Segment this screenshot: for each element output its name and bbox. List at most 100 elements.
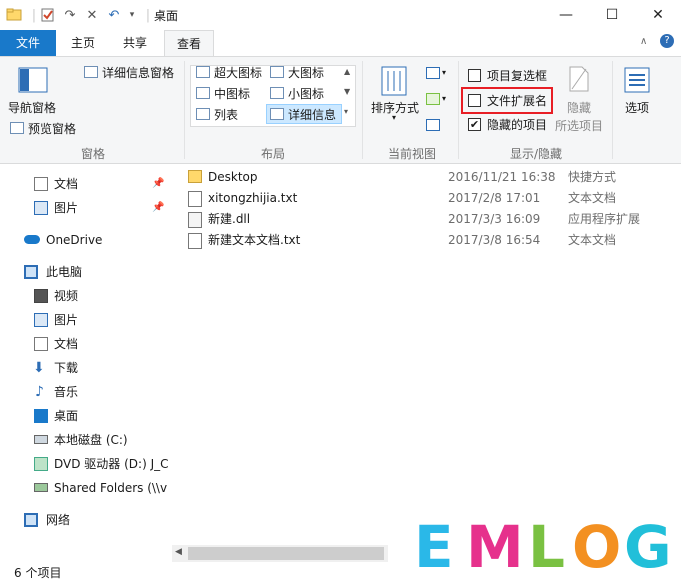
customize-quick-access-icon[interactable]: ▾ <box>124 7 140 23</box>
separator <box>612 61 613 159</box>
nav-item-documents[interactable]: 文档 <box>0 333 168 355</box>
video-icon <box>34 289 48 303</box>
nav-item-pictures-quick[interactable]: 图片 📌 <box>0 197 168 219</box>
gallery-expand-icon[interactable]: ▾ <box>344 107 348 116</box>
title-bar: | ↷ ✕ ↶ ▾ | 桌面 — ☐ ✕ <box>0 0 681 30</box>
nav-pane-icon[interactable] <box>18 67 48 96</box>
sort-by-icon <box>380 65 408 100</box>
nav-item-this-pc[interactable]: 此电脑 <box>0 261 168 283</box>
help-icon[interactable]: ? <box>660 34 674 48</box>
logo-letter-e: E <box>414 513 454 581</box>
options-icon <box>624 67 650 96</box>
tab-view[interactable]: 查看 <box>164 30 214 56</box>
list-icon <box>196 108 210 120</box>
ribbon: 导航窗格 预览窗格 详细信息窗格 窗格 超大图标 大图标 中图标 小图标 列表 … <box>0 56 681 164</box>
hide-selected-button-line2[interactable]: 所选项目 <box>555 117 603 134</box>
nav-item-pictures[interactable]: 图片 <box>0 309 168 331</box>
minimize-button[interactable]: — <box>543 0 589 30</box>
file-row[interactable]: 新建文本文档.txt 2017/3/8 16:54 文本文档 <box>172 230 652 251</box>
sort-by-dropdown-icon[interactable]: ▾ <box>392 113 396 122</box>
small-icons-icon <box>270 87 284 99</box>
nav-item-local-disk-c[interactable]: 本地磁盘 (C:) <box>0 429 168 451</box>
details-pane-icon <box>84 66 98 78</box>
horizontal-scrollbar[interactable]: ◀ <box>172 545 388 562</box>
scrollbar-thumb[interactable] <box>188 547 384 560</box>
large-icons-icon <box>270 66 284 78</box>
download-arrow-icon: ⬇ <box>33 360 45 376</box>
size-columns-icon[interactable] <box>426 119 440 131</box>
layout-small-icons[interactable]: 小图标 <box>288 85 324 102</box>
group-by-dropdown-icon[interactable]: ▾ <box>442 68 446 77</box>
layout-medium-icons[interactable]: 中图标 <box>214 85 250 102</box>
nav-item-documents-quick[interactable]: 文档 📌 <box>0 173 168 195</box>
scroll-left-icon[interactable]: ◀ <box>175 547 182 557</box>
pin-icon: 📌 <box>152 202 165 213</box>
logo-letter-o: O <box>572 513 622 581</box>
nav-item-onedrive[interactable]: OneDrive <box>0 229 168 251</box>
pin-icon: 📌 <box>152 178 165 189</box>
add-columns-icon[interactable] <box>426 93 440 105</box>
dll-file-icon <box>188 212 202 228</box>
emlog-logo: E M L O G <box>388 512 681 583</box>
layout-extra-large-icons[interactable]: 超大图标 <box>214 64 262 81</box>
network-drive-icon <box>34 483 48 492</box>
layout-details[interactable]: 详细信息 <box>288 106 336 123</box>
ribbon-tabs: 文件 主页 共享 查看 ∧ ? <box>0 30 681 56</box>
hidden-items-label: 隐藏的项目 <box>487 118 548 132</box>
text-file-icon <box>188 191 202 207</box>
hide-selected-button-line1[interactable]: 隐藏 <box>567 99 591 116</box>
nav-item-network[interactable]: 网络 <box>0 509 168 531</box>
drive-icon <box>34 435 48 444</box>
layout-large-icons[interactable]: 大图标 <box>288 64 324 81</box>
maximize-button[interactable]: ☐ <box>589 0 635 30</box>
undo-icon[interactable]: ↶ <box>106 7 122 23</box>
desktop-icon <box>34 409 48 423</box>
music-note-icon: ♪ <box>35 384 44 400</box>
current-view-group-label: 当前视图 <box>387 147 436 161</box>
separator <box>184 61 185 159</box>
extra-large-icons-icon <box>196 66 210 78</box>
options-button[interactable]: 选项 <box>625 99 649 116</box>
close-button[interactable]: ✕ <box>635 0 681 30</box>
nav-item-music[interactable]: ♪ 音乐 <box>0 381 168 403</box>
hidden-items-checkbox[interactable]: ✔ <box>468 118 481 131</box>
gallery-scroll-up-icon[interactable]: ▲ <box>344 67 350 76</box>
nav-item-downloads[interactable]: ⬇ 下载 <box>0 357 168 379</box>
details-icon <box>270 108 284 120</box>
collapse-ribbon-icon[interactable]: ∧ <box>640 36 647 47</box>
item-checkboxes-label: 项目复选框 <box>487 69 548 83</box>
nav-item-shared-folders[interactable]: Shared Folders (\\v <box>0 477 168 499</box>
navigation-pane: 文档 📌 图片 📌 OneDrive 此电脑 视频 图片 文档 ⬇ 下载 ♪ 音… <box>0 165 168 565</box>
redo-icon[interactable]: ↷ <box>62 7 78 23</box>
delete-icon[interactable]: ✕ <box>84 7 100 23</box>
properties-icon[interactable] <box>40 7 56 23</box>
file-row[interactable]: xitongzhijia.txt 2017/2/8 17:01 文本文档 <box>172 188 652 209</box>
tab-share[interactable]: 共享 <box>112 30 158 56</box>
item-checkboxes-checkbox[interactable] <box>468 69 481 82</box>
nav-item-desktop[interactable]: 桌面 <box>0 405 168 427</box>
group-by-icon[interactable] <box>426 67 440 79</box>
details-pane-button[interactable]: 详细信息窗格 <box>102 64 174 81</box>
add-columns-dropdown-icon[interactable]: ▾ <box>442 94 446 103</box>
file-row[interactable]: 新建.dll 2017/3/3 16:09 应用程序扩展 <box>172 209 652 230</box>
pictures-icon <box>34 201 48 215</box>
pictures-icon <box>34 313 48 327</box>
file-list: Desktop 2016/11/21 16:38 快捷方式 xitongzhij… <box>172 165 681 565</box>
gallery-scroll-down-icon[interactable]: ▼ <box>344 87 350 96</box>
logo-letter-l: L <box>528 513 565 581</box>
folder-window-icon <box>6 7 22 23</box>
window-title: 桌面 <box>154 9 179 23</box>
preview-pane-button[interactable]: 预览窗格 <box>28 120 76 137</box>
nav-item-videos[interactable]: 视频 <box>0 285 168 307</box>
file-row[interactable]: Desktop 2016/11/21 16:38 快捷方式 <box>172 167 652 188</box>
layout-list[interactable]: 列表 <box>214 106 238 123</box>
hide-selected-icon <box>568 65 590 96</box>
tab-home[interactable]: 主页 <box>60 30 106 56</box>
text-file-icon <box>188 233 202 249</box>
nav-pane-button[interactable]: 导航窗格 <box>8 99 56 116</box>
tab-file[interactable]: 文件 <box>0 30 56 56</box>
document-icon <box>34 337 48 351</box>
document-icon <box>34 177 48 191</box>
dvd-drive-icon <box>34 457 48 471</box>
nav-item-dvd-drive[interactable]: DVD 驱动器 (D:) J_C <box>0 453 168 475</box>
